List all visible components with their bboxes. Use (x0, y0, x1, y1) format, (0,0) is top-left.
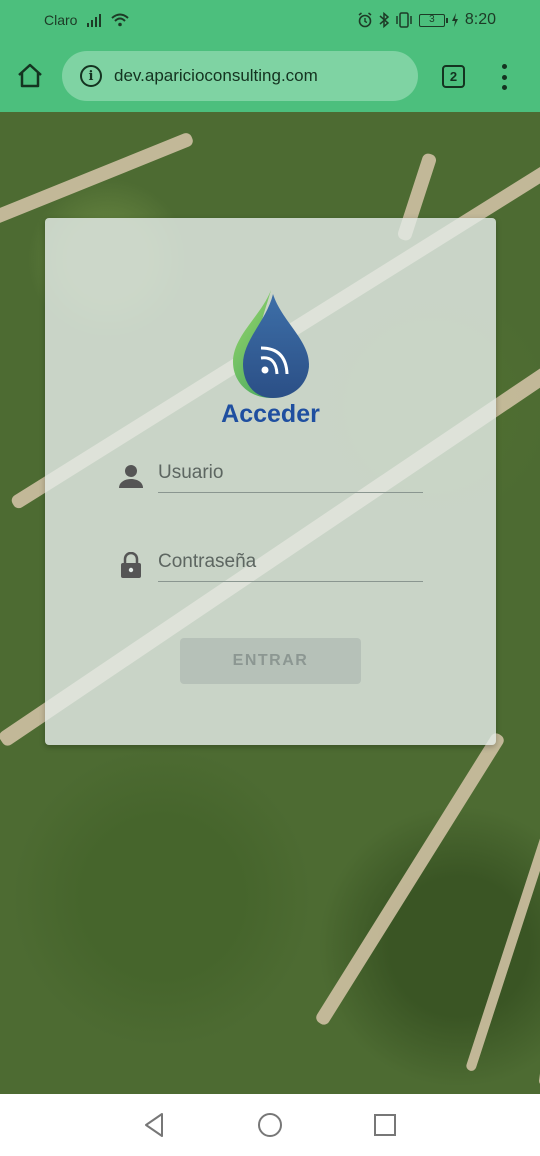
password-field (118, 538, 424, 588)
system-navigation-bar (0, 1094, 540, 1156)
clock: 8:20 (464, 11, 496, 28)
tab-count: 2 (449, 69, 458, 84)
info-icon[interactable]: i (80, 65, 102, 87)
carrier-name: Claro (44, 12, 78, 28)
login-button[interactable]: ENTRAR (180, 638, 361, 684)
battery-icon: 3 (418, 13, 448, 27)
vibrate-icon (396, 12, 412, 28)
home-circle-icon[interactable] (257, 1112, 283, 1138)
username-input[interactable] (158, 453, 423, 493)
login-card: Acceder ENTRAR (45, 218, 496, 745)
user-icon (119, 465, 143, 488)
address-bar[interactable]: i dev.aparicioconsulting.com (62, 51, 418, 101)
recents-icon[interactable] (372, 1112, 398, 1138)
wifi-icon (111, 13, 130, 27)
home-icon[interactable] (14, 60, 46, 92)
back-icon[interactable] (142, 1112, 168, 1138)
charging-icon (451, 13, 458, 27)
url-text: dev.aparicioconsulting.com (114, 66, 318, 85)
tab-switcher-button[interactable]: 2 (442, 65, 465, 88)
water-drop-logo-icon (233, 290, 309, 398)
status-bar: Claro 3 8:20 (0, 0, 540, 40)
password-input[interactable] (158, 542, 423, 582)
page-title: Acceder (221, 400, 320, 428)
alarm-icon (358, 12, 372, 28)
cell-signal-icon (87, 13, 102, 27)
browser-toolbar: i dev.aparicioconsulting.com 2 (0, 40, 540, 112)
username-field (118, 449, 424, 499)
battery-level: 3 (429, 13, 435, 25)
lock-icon (121, 552, 141, 578)
bluetooth-icon (379, 12, 389, 28)
more-menu-icon[interactable] (498, 64, 510, 90)
